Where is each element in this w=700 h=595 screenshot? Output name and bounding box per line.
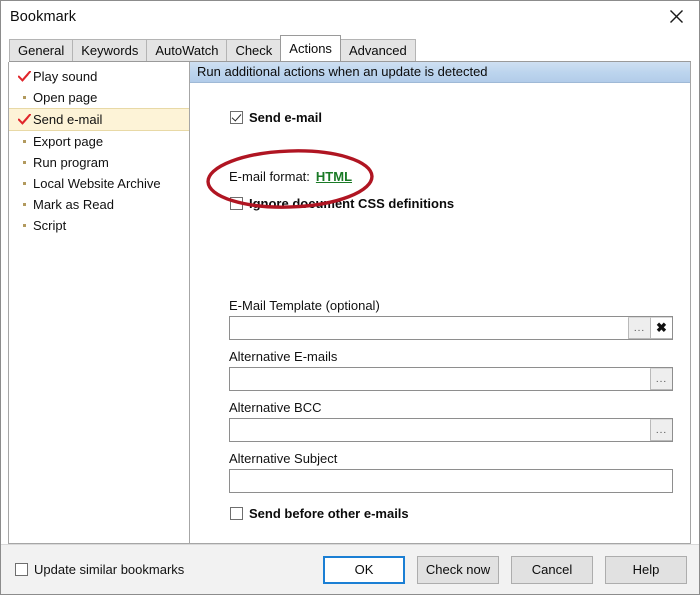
tab-check[interactable]: Check bbox=[226, 39, 281, 61]
tab-keywords[interactable]: Keywords bbox=[72, 39, 147, 61]
sidebar-item-label: Send e-mail bbox=[33, 112, 102, 127]
update-similar-checkbox[interactable] bbox=[15, 563, 28, 576]
send-before-checkbox[interactable] bbox=[230, 507, 243, 520]
sidebar-item-label: Export page bbox=[33, 134, 103, 149]
send-email-checkbox[interactable] bbox=[230, 111, 243, 124]
email-format-link[interactable]: HTML bbox=[316, 169, 352, 184]
sidebar-item-open-page[interactable]: Open page bbox=[9, 87, 189, 108]
email-template-label: E-Mail Template (optional) bbox=[229, 298, 380, 313]
sidebar-item-export-page[interactable]: Export page bbox=[9, 131, 189, 152]
alternative-emails-input[interactable] bbox=[230, 368, 650, 390]
actions-list: Play sound Open page Send e-mail Export … bbox=[8, 62, 190, 544]
check-icon bbox=[15, 71, 33, 83]
alternative-emails-field[interactable]: ... bbox=[229, 367, 673, 391]
help-button[interactable]: Help bbox=[605, 556, 687, 584]
alternative-bcc-field[interactable]: ... bbox=[229, 418, 673, 442]
alternative-emails-label: Alternative E-mails bbox=[229, 349, 337, 364]
check-now-button[interactable]: Check now bbox=[417, 556, 499, 584]
sidebar-item-run-program[interactable]: Run program bbox=[9, 152, 189, 173]
dialog-body: Play sound Open page Send e-mail Export … bbox=[9, 61, 691, 544]
alternative-subject-input[interactable] bbox=[230, 470, 672, 492]
alternative-subject-label: Alternative Subject bbox=[229, 451, 337, 466]
tab-actions[interactable]: Actions bbox=[280, 35, 341, 61]
bullet-dot-icon bbox=[15, 96, 33, 99]
email-template-browse-button[interactable]: ... bbox=[628, 317, 650, 339]
email-template-input[interactable] bbox=[230, 317, 628, 339]
sidebar-item-label: Script bbox=[33, 218, 66, 233]
send-email-checkbox-label: Send e-mail bbox=[249, 110, 322, 125]
title-bar: Bookmark bbox=[1, 1, 699, 32]
send-before-checkbox-label: Send before other e-mails bbox=[249, 506, 409, 521]
cancel-button[interactable]: Cancel bbox=[511, 556, 593, 584]
alternative-bcc-browse-button[interactable]: ... bbox=[650, 419, 672, 441]
actions-detail-panel: Run additional actions when an update is… bbox=[190, 62, 691, 544]
sidebar-item-label: Open page bbox=[33, 90, 97, 105]
tab-advanced[interactable]: Advanced bbox=[340, 39, 416, 61]
ok-button[interactable]: OK bbox=[323, 556, 405, 584]
alternative-emails-browse-button[interactable]: ... bbox=[650, 368, 672, 390]
bullet-dot-icon bbox=[15, 224, 33, 227]
sidebar-item-label: Run program bbox=[33, 155, 109, 170]
bullet-dot-icon bbox=[15, 161, 33, 164]
sidebar-item-label: Local Website Archive bbox=[33, 176, 161, 191]
bookmark-dialog: Bookmark General Keywords AutoWatch Chec… bbox=[0, 0, 700, 595]
update-similar-row[interactable]: Update similar bookmarks bbox=[15, 562, 184, 577]
window-title: Bookmark bbox=[10, 9, 76, 25]
bullet-dot-icon bbox=[15, 182, 33, 185]
email-format-label: E-mail format: bbox=[229, 169, 310, 184]
sidebar-item-script[interactable]: Script bbox=[9, 215, 189, 236]
sidebar-item-label: Play sound bbox=[33, 69, 97, 84]
alternative-bcc-input[interactable] bbox=[230, 419, 650, 441]
tab-autowatch[interactable]: AutoWatch bbox=[146, 39, 227, 61]
panel-header: Run additional actions when an update is… bbox=[190, 62, 690, 83]
send-before-checkbox-row[interactable]: Send before other e-mails bbox=[230, 506, 409, 521]
email-template-clear-button[interactable]: ✖ bbox=[650, 317, 672, 339]
ignore-css-checkbox-row[interactable]: Ignore document CSS definitions bbox=[230, 196, 454, 211]
tab-strip: General Keywords AutoWatch Check Actions… bbox=[9, 35, 699, 61]
email-format-row: E-mail format: HTML bbox=[229, 169, 352, 184]
sidebar-item-play-sound[interactable]: Play sound bbox=[9, 66, 189, 87]
ignore-css-checkbox[interactable] bbox=[230, 197, 243, 210]
alternative-subject-field[interactable] bbox=[229, 469, 673, 493]
dialog-footer: Update similar bookmarks OK Check now Ca… bbox=[1, 544, 699, 594]
check-icon bbox=[15, 114, 33, 126]
alternative-bcc-label: Alternative BCC bbox=[229, 400, 321, 415]
bullet-dot-icon bbox=[15, 203, 33, 206]
sidebar-item-local-website-archive[interactable]: Local Website Archive bbox=[9, 173, 189, 194]
email-template-field[interactable]: ... ✖ bbox=[229, 316, 673, 340]
update-similar-label: Update similar bookmarks bbox=[34, 562, 184, 577]
sidebar-item-mark-as-read[interactable]: Mark as Read bbox=[9, 194, 189, 215]
send-email-checkbox-row[interactable]: Send e-mail bbox=[230, 110, 322, 125]
tab-general[interactable]: General bbox=[9, 39, 73, 61]
sidebar-item-send-email[interactable]: Send e-mail bbox=[9, 108, 189, 131]
ignore-css-checkbox-label: Ignore document CSS definitions bbox=[249, 196, 454, 211]
close-icon[interactable] bbox=[653, 2, 699, 32]
bullet-dot-icon bbox=[15, 140, 33, 143]
sidebar-item-label: Mark as Read bbox=[33, 197, 114, 212]
